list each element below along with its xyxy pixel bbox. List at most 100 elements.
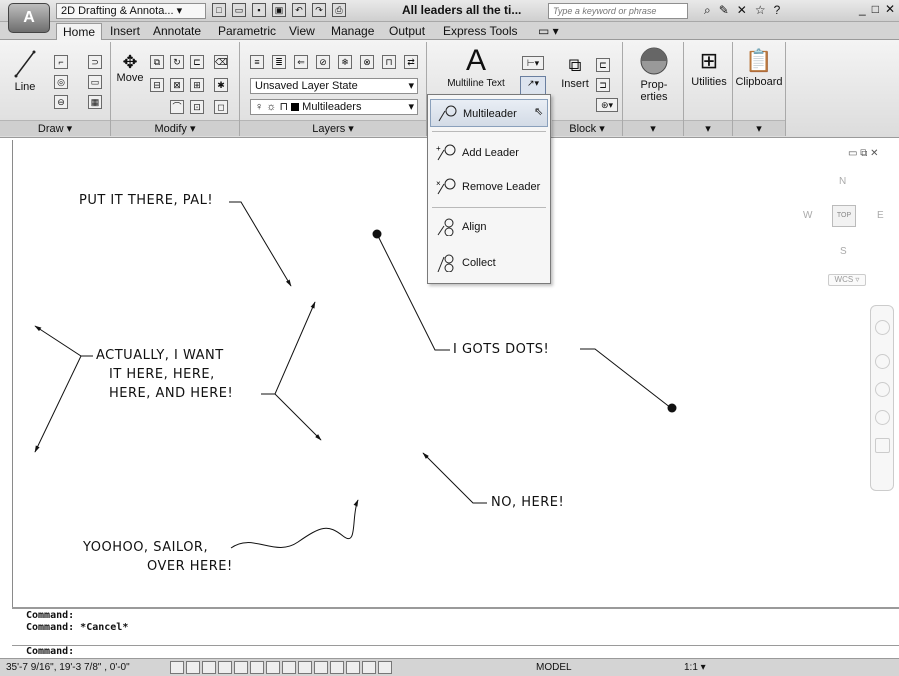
dimension-icon[interactable]: ⊢▾ (522, 56, 544, 70)
utilities-panel-title[interactable]: ▾ (684, 120, 732, 136)
tab-view[interactable]: View (283, 23, 321, 40)
properties-tool[interactable]: Prop- erties (630, 46, 678, 103)
mleader-text[interactable]: NO, HERE! (491, 495, 564, 510)
communication-icon[interactable]: ✕ (737, 3, 747, 18)
pan-icon[interactable] (875, 354, 890, 369)
compass-w[interactable]: W (803, 210, 812, 221)
modify-panel-title[interactable]: Modify ▾ (111, 120, 239, 136)
application-menu-button[interactable]: A (8, 3, 50, 33)
mleader-text[interactable]: I GOTS DOTS! (453, 342, 549, 357)
dyn-toggle[interactable] (314, 661, 328, 674)
tab-home[interactable]: Home (56, 23, 103, 40)
wcs-menu[interactable]: WCS ▿ (828, 274, 866, 286)
mleader-text[interactable]: IT HERE, HERE, (109, 367, 215, 382)
layer-dropdown[interactable]: ♀ ☼ ⊓ Multileaders ▾ (250, 99, 418, 115)
clipboard-panel-title[interactable]: ▾ (733, 120, 785, 136)
maximize-button[interactable]: □ (872, 2, 879, 16)
zoom-extents-icon[interactable] (875, 382, 890, 397)
minimize-button[interactable]: _ (859, 2, 866, 16)
tab-annotate[interactable]: Annotate (147, 23, 207, 40)
tab-insert[interactable]: Insert (104, 23, 146, 40)
grid-toggle[interactable] (202, 661, 216, 674)
trim-icon[interactable]: ⊏ (190, 55, 204, 69)
redo-icon[interactable]: ↷ (312, 3, 326, 17)
menu-item-remove-leader[interactable]: × Remove Leader (430, 173, 548, 201)
layer-properties-icon[interactable]: ≡ (250, 55, 264, 69)
selection-cycling-toggle[interactable] (378, 661, 392, 674)
layer-freeze-icon[interactable]: ❄ (338, 55, 352, 69)
mleader-text[interactable]: HERE, AND HERE! (109, 386, 233, 401)
polar-toggle[interactable] (234, 661, 248, 674)
search-input[interactable]: Type a keyword or phrase (548, 3, 688, 19)
rectangle-icon[interactable]: ▭ (88, 75, 102, 89)
orbit-icon[interactable] (875, 410, 890, 425)
create-block-icon[interactable]: ⊏ (596, 58, 610, 72)
plot-icon[interactable]: ⎙ (332, 3, 346, 17)
mleader-text[interactable]: OVER HERE! (147, 559, 233, 574)
layer-off-icon[interactable]: ⊗ (360, 55, 374, 69)
rotate-icon[interactable]: ↻ (170, 55, 184, 69)
ducs-toggle[interactable] (298, 661, 312, 674)
layer-state-dropdown[interactable]: Unsaved Layer State ▾ (250, 78, 418, 94)
viewcube-top-face[interactable]: TOP (832, 205, 856, 227)
steering-wheel-icon[interactable] (875, 320, 890, 335)
hatch-icon[interactable]: ▦ (88, 95, 102, 109)
save-icon[interactable]: ▪ (252, 3, 266, 17)
attribute-icon[interactable]: ⊛▾ (596, 98, 618, 112)
layer-match-icon[interactable]: ⇄ (404, 55, 418, 69)
move-tool[interactable]: ✥ Move (114, 52, 146, 84)
minimize-viewport-icon[interactable]: ▭ (848, 148, 857, 159)
layer-state-icon[interactable]: ≣ (272, 55, 286, 69)
menu-item-collect[interactable]: Collect (430, 249, 548, 277)
binoculars-icon[interactable]: ⌕ (704, 3, 711, 18)
subscription-icon[interactable]: ✎ (719, 3, 729, 18)
multiline-text-tool[interactable]: A Multiline Text (440, 44, 512, 89)
stretch-icon[interactable]: ⊠ (170, 78, 184, 92)
utilities-tool[interactable]: ⊞ Utilities (686, 46, 732, 88)
mirror-icon[interactable]: ⊟ (150, 78, 164, 92)
tab-express-tools[interactable]: Express Tools (437, 23, 523, 40)
insert-tool[interactable]: ⧉ Insert (556, 52, 594, 90)
help-icon[interactable]: ? (774, 3, 781, 18)
explode-icon[interactable]: ✱ (214, 78, 228, 92)
fillet-icon[interactable]: ⌒ (170, 100, 184, 114)
infer-constraints-toggle[interactable] (170, 661, 184, 674)
tab-output[interactable]: Output (383, 23, 431, 40)
3dosnap-toggle[interactable] (266, 661, 280, 674)
command-input[interactable]: Command: (12, 645, 899, 658)
favorites-icon[interactable]: ☆ (755, 3, 766, 18)
osnap-toggle[interactable] (250, 661, 264, 674)
tab-options-icon[interactable]: ▭ ▾ (532, 23, 565, 40)
line-tool[interactable]: Line (10, 48, 40, 93)
compass-n[interactable]: N (839, 176, 846, 187)
restore-viewport-icon[interactable]: ⧉ (860, 148, 867, 159)
ortho-toggle[interactable] (218, 661, 232, 674)
menu-item-add-leader[interactable]: + Add Leader (430, 139, 548, 167)
new-icon[interactable]: □ (212, 3, 226, 17)
annotation-scale[interactable]: 1:1 ▾ (684, 662, 706, 673)
edit-block-icon[interactable]: ⊐ (596, 78, 610, 92)
close-viewport-icon[interactable]: ✕ (870, 148, 878, 159)
mleader-text[interactable]: PUT IT THERE, PAL! (79, 193, 213, 208)
clipboard-tool[interactable]: 📋 Clipboard (732, 46, 786, 88)
array-icon[interactable]: ⊞ (190, 78, 204, 92)
menu-item-align[interactable]: Align (430, 213, 548, 241)
showmotion-icon[interactable] (875, 438, 890, 453)
workspace-selector[interactable]: 2D Drafting & Annota... ▾ (56, 3, 206, 19)
block-panel-title[interactable]: Block ▾ (552, 120, 622, 136)
viewcube[interactable]: N W E S TOP (803, 176, 884, 257)
draw-panel-title[interactable]: Draw ▾ (0, 120, 110, 136)
close-button[interactable]: ✕ (885, 2, 895, 16)
layer-previous-icon[interactable]: ⇐ (294, 55, 308, 69)
mleader-text[interactable]: YOOHOO, SAILOR, (83, 540, 208, 555)
tab-manage[interactable]: Manage (325, 23, 380, 40)
properties-panel-title[interactable]: ▾ (623, 120, 683, 136)
multileader-button[interactable]: ↗▾ (520, 76, 546, 96)
copy-icon[interactable]: ⧉ (150, 55, 164, 69)
otrack-toggle[interactable] (282, 661, 296, 674)
transparency-toggle[interactable] (346, 661, 360, 674)
layer-lock-icon[interactable]: ⊓ (382, 55, 396, 69)
layer-isolate-icon[interactable]: ⊘ (316, 55, 330, 69)
snap-toggle[interactable] (186, 661, 200, 674)
compass-e[interactable]: E (877, 210, 884, 221)
